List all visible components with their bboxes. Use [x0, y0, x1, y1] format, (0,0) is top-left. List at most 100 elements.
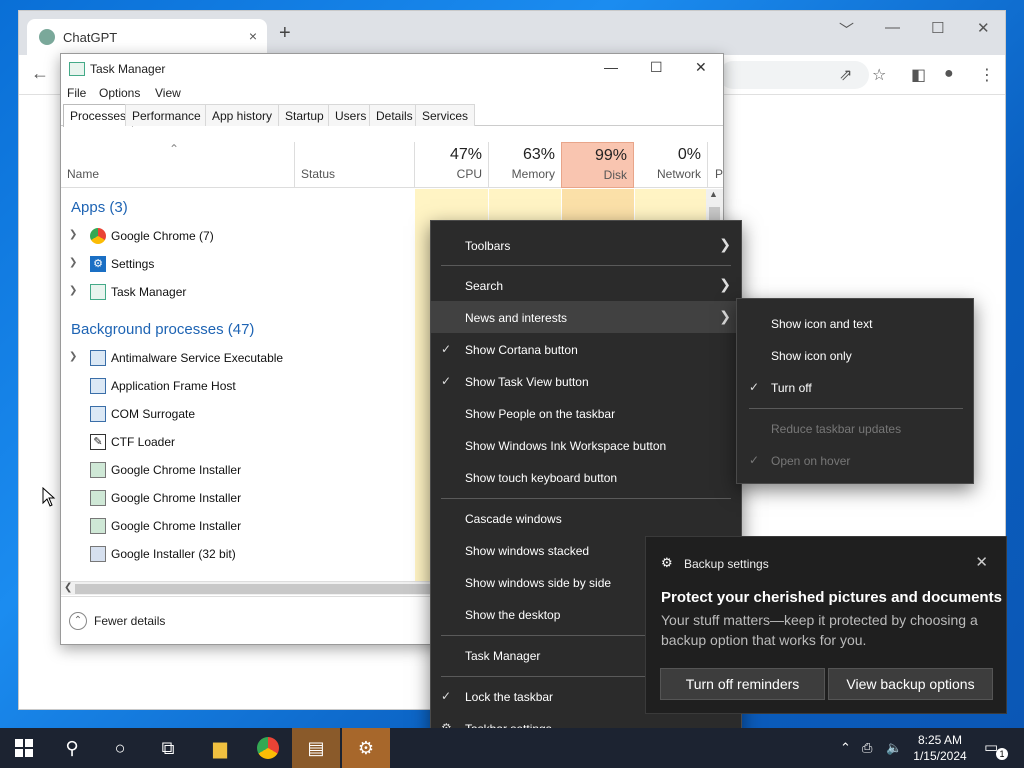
submenu-item-icon-only[interactable]: Show icon only: [737, 339, 973, 371]
col-power[interactable]: P: [715, 167, 723, 181]
memory-percent: 63%: [522, 146, 555, 163]
task-view-icon[interactable]: ⧉: [144, 728, 192, 768]
expand-icon[interactable]: ❯: [69, 229, 77, 240]
clock[interactable]: 8:25 AM 1/15/2024: [910, 732, 970, 764]
menu-label: Toolbars: [465, 239, 511, 253]
process-row[interactable]: Google Chrome Installer: [61, 457, 411, 483]
col-divider: [294, 142, 295, 188]
new-tab-button[interactable]: +: [279, 23, 291, 43]
submenu-arrow-icon: ❯: [719, 236, 731, 252]
mouse-cursor-icon: [42, 487, 56, 507]
task-manager-taskbar-icon[interactable]: ▤: [292, 728, 340, 768]
submenu-item-icon-text[interactable]: Show icon and text: [737, 307, 973, 339]
minimize-button[interactable]: —: [885, 19, 900, 36]
menu-item-people[interactable]: Show People on the taskbar: [431, 397, 741, 429]
tab-app-history[interactable]: App history: [205, 104, 280, 126]
view-backup-options-button[interactable]: View backup options: [828, 668, 993, 700]
menu-item-taskview[interactable]: ✓ Show Task View button: [431, 365, 741, 397]
cpu-percent: 47%: [449, 146, 482, 163]
tab-details[interactable]: Details: [369, 104, 420, 126]
expand-icon[interactable]: ❯: [69, 285, 77, 296]
col-name[interactable]: Name: [67, 167, 99, 181]
tm-minimize-button[interactable]: —: [604, 59, 618, 75]
chrome-icon: [90, 228, 106, 244]
process-row[interactable]: ❯ Task Manager: [61, 279, 411, 305]
process-name: Google Installer (32 bit): [111, 547, 236, 561]
menu-item-toolbars[interactable]: Toolbars ❯: [431, 229, 741, 261]
process-name: CTF Loader: [111, 435, 176, 449]
menu-options[interactable]: Options: [99, 86, 140, 100]
process-row[interactable]: COM Surrogate: [61, 401, 411, 427]
notification-count-badge: 1: [996, 748, 1008, 760]
menu-item-news-interests[interactable]: News and interests ❯: [431, 301, 741, 333]
tab-search-icon[interactable]: ﹀: [839, 19, 854, 40]
menu-label: Reduce taskbar updates: [771, 422, 902, 436]
menu-item-touch-keyboard[interactable]: Show touch keyboard button: [431, 461, 741, 493]
menu-view[interactable]: View: [155, 86, 181, 100]
sidepanel-icon[interactable]: ◧: [911, 65, 926, 85]
cpu-label: CPU: [456, 167, 482, 181]
scroll-up-icon[interactable]: ▲: [709, 189, 718, 199]
col-disk[interactable]: 99% Disk: [561, 142, 634, 188]
fewer-details-link[interactable]: Fewer details: [94, 614, 165, 628]
cortana-icon[interactable]: ○: [96, 728, 144, 768]
close-icon[interactable]: ✕: [975, 553, 988, 571]
profile-icon[interactable]: ●: [944, 65, 954, 83]
menu-label: Show People on the taskbar: [465, 407, 616, 421]
tm-tabs: Processes Performance App history Startu…: [61, 104, 723, 127]
expand-icon[interactable]: ❯: [69, 351, 77, 362]
menu-divider: [749, 408, 963, 409]
close-button[interactable]: ✕: [977, 19, 990, 37]
volume-muted-icon[interactable]: 🔈: [886, 740, 902, 756]
col-network[interactable]: 0% Network: [635, 142, 707, 188]
tab-startup[interactable]: Startup: [278, 104, 331, 126]
menu-label: Show Windows Ink Workspace button: [465, 439, 667, 453]
turn-off-reminders-button[interactable]: Turn off reminders: [660, 668, 825, 700]
star-icon[interactable]: ☆: [872, 65, 886, 85]
check-icon: ✓: [441, 374, 452, 388]
settings-taskbar-icon[interactable]: ⚙: [342, 728, 390, 768]
chevron-up-icon[interactable]: ⌃: [840, 740, 851, 756]
share-icon[interactable]: ⇗: [839, 65, 852, 85]
col-memory[interactable]: 63% Memory: [489, 142, 561, 188]
tab-performance[interactable]: Performance: [125, 104, 208, 126]
chrome-tab[interactable]: ChatGPT ×: [27, 19, 267, 55]
tab-close-icon[interactable]: ×: [249, 28, 257, 44]
file-explorer-icon[interactable]: ▆: [196, 728, 244, 768]
process-row[interactable]: ❯ Google Chrome (7): [61, 223, 411, 249]
process-row[interactable]: ❯ Antimalware Service Executable: [61, 345, 411, 371]
submenu-item-turn-off[interactable]: ✓ Turn off: [737, 371, 973, 403]
menu-item-cascade[interactable]: Cascade windows: [431, 502, 741, 534]
tab-users[interactable]: Users: [328, 104, 374, 126]
back-icon[interactable]: ←: [31, 63, 49, 84]
chrome-taskbar-icon[interactable]: [244, 728, 292, 768]
menu-icon[interactable]: ⋮: [979, 65, 995, 85]
scrollbar-thumb[interactable]: [75, 584, 435, 594]
tab-services[interactable]: Services: [415, 104, 476, 126]
process-name: Antimalware Service Executable: [111, 351, 284, 365]
expand-icon[interactable]: ❯: [69, 257, 77, 268]
tm-titlebar: Task Manager — ☐ ✕: [61, 54, 723, 84]
process-row[interactable]: ❯ ⚙ Settings: [61, 251, 411, 277]
tab-processes[interactable]: Processes: [63, 104, 134, 127]
menu-file[interactable]: File: [67, 86, 86, 100]
start-button[interactable]: [0, 728, 48, 768]
process-row[interactable]: Application Frame Host: [61, 373, 411, 399]
col-cpu[interactable]: 47% CPU: [415, 142, 488, 188]
menu-item-cortana[interactable]: ✓ Show Cortana button: [431, 333, 741, 365]
network-icon[interactable]: ⎙: [862, 740, 872, 756]
menu-item-ink[interactable]: Show Windows Ink Workspace button: [431, 429, 741, 461]
menu-item-search[interactable]: Search ❯: [431, 269, 741, 301]
search-icon[interactable]: ⚲: [48, 728, 96, 768]
collapse-icon[interactable]: ⌃: [69, 612, 87, 630]
process-row[interactable]: Google Chrome Installer: [61, 513, 411, 539]
process-row[interactable]: Google Chrome Installer: [61, 485, 411, 511]
process-row[interactable]: Google Installer (32 bit): [61, 541, 411, 567]
process-row[interactable]: ✎ CTF Loader: [61, 429, 411, 455]
tm-maximize-button[interactable]: ☐: [650, 59, 663, 76]
menu-label: Turn off: [771, 381, 812, 395]
scroll-left-icon[interactable]: ❮: [64, 582, 72, 593]
col-status[interactable]: Status: [301, 167, 335, 181]
maximize-button[interactable]: ☐: [931, 19, 944, 37]
tm-close-button[interactable]: ✕: [695, 59, 707, 76]
